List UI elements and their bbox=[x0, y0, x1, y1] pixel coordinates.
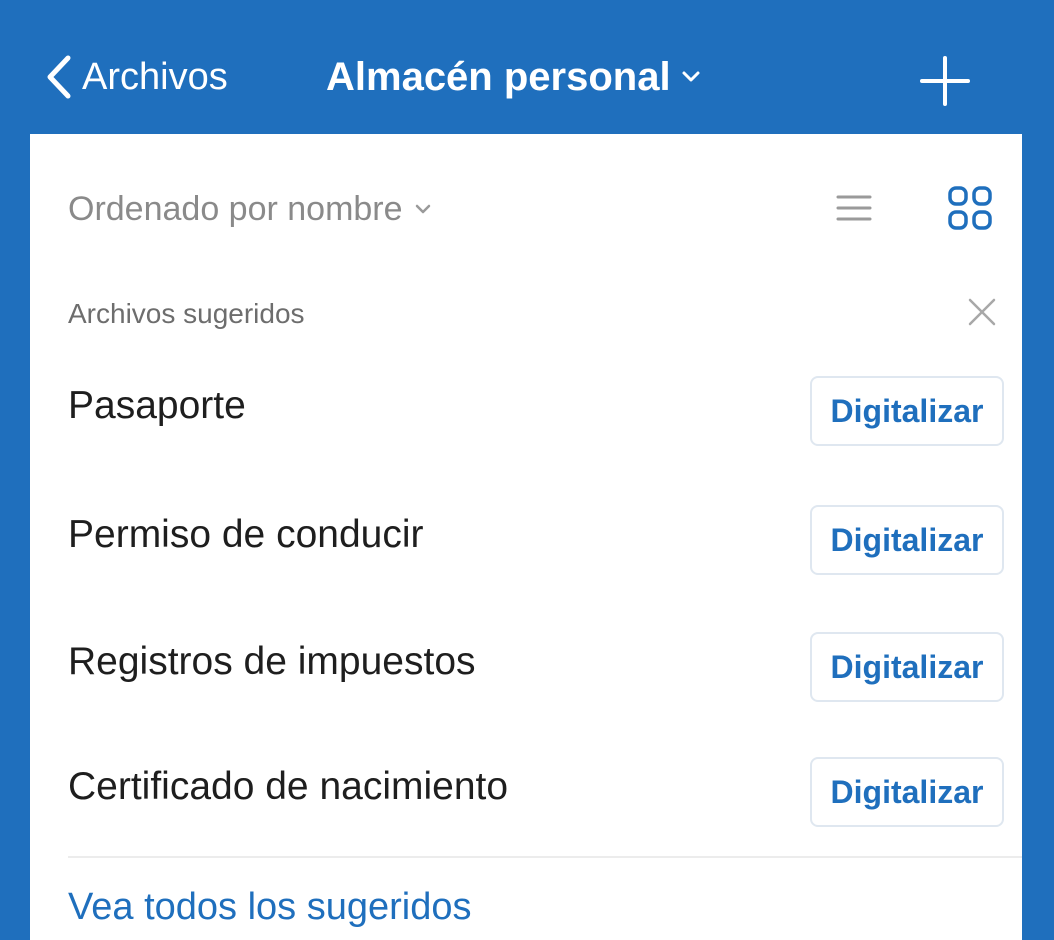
suggested-file-label: Pasaporte bbox=[68, 384, 246, 427]
section-title: Archivos sugeridos bbox=[68, 298, 305, 329]
see-all-suggested-link[interactable]: Vea todos los sugeridos bbox=[68, 886, 472, 929]
page-title: Almacén personal bbox=[326, 54, 671, 99]
grid-view-button[interactable] bbox=[946, 184, 994, 232]
suggested-file-label: Certificado de nacimiento bbox=[68, 765, 509, 808]
list-item: Certificado de nacimiento Digitalizar bbox=[30, 745, 1022, 855]
close-icon bbox=[966, 298, 998, 332]
divider bbox=[68, 856, 1022, 858]
grid-view-icon bbox=[946, 186, 994, 236]
scan-button[interactable]: Digitalizar bbox=[810, 505, 1004, 575]
chevron-left-icon bbox=[44, 54, 74, 100]
sort-dropdown[interactable]: Ordenado por nombre bbox=[68, 182, 431, 236]
suggested-file-label: Permiso de conducir bbox=[68, 513, 424, 556]
back-label: Archivos bbox=[82, 55, 228, 98]
sort-bar: Ordenado por nombre bbox=[30, 134, 1022, 286]
chevron-down-icon bbox=[415, 202, 431, 220]
scan-button[interactable]: Digitalizar bbox=[810, 632, 1004, 702]
sort-label: Ordenado por nombre bbox=[68, 189, 403, 228]
suggested-section-header: Archivos sugeridos bbox=[30, 286, 1022, 350]
plus-icon bbox=[918, 56, 972, 112]
scan-button[interactable]: Digitalizar bbox=[810, 757, 1004, 827]
top-bar: Archivos Almacén personal bbox=[30, 18, 1022, 134]
list-item: Pasaporte Digitalizar bbox=[30, 364, 1022, 474]
list-item: Permiso de conducir Digitalizar bbox=[30, 493, 1022, 603]
suggested-file-label: Registros de impuestos bbox=[68, 640, 476, 683]
dismiss-suggested-button[interactable] bbox=[966, 296, 998, 328]
chevron-down-icon bbox=[681, 70, 701, 89]
scan-button[interactable]: Digitalizar bbox=[810, 376, 1004, 446]
app-frame: Archivos Almacén personal Ordenado por n… bbox=[30, 18, 1022, 940]
list-view-button[interactable] bbox=[834, 188, 874, 228]
folder-title-dropdown[interactable]: Almacén personal bbox=[326, 42, 701, 112]
back-button[interactable]: Archivos bbox=[44, 42, 228, 112]
list-item: Registros de impuestos Digitalizar bbox=[30, 620, 1022, 730]
list-view-icon bbox=[834, 195, 874, 232]
add-button[interactable] bbox=[918, 54, 972, 108]
